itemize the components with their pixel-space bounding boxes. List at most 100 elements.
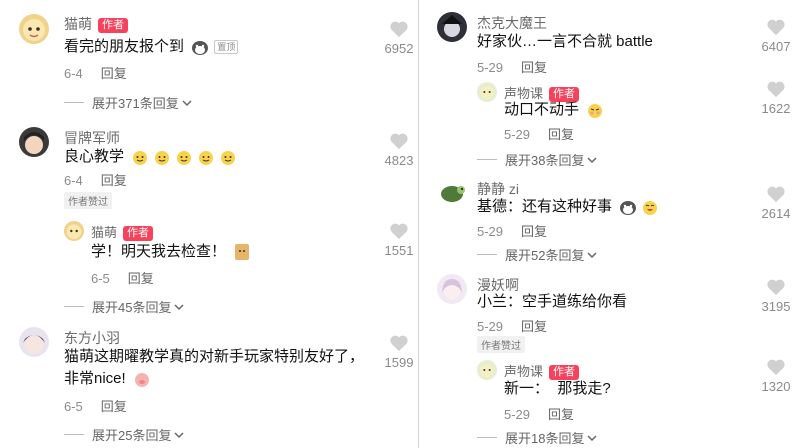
reply-date: 6-5 xyxy=(91,271,110,286)
comment-date: 6-5 xyxy=(64,399,83,414)
comment-text: 基德：还有这种好事 xyxy=(477,196,660,218)
reply-button[interactable]: 回复 xyxy=(128,271,154,286)
avatar[interactable] xyxy=(437,274,467,304)
comment-meta: 6-4 回复 xyxy=(64,170,127,189)
comment-text-content: 非常nice! xyxy=(64,370,126,387)
author-badge: 作者 xyxy=(98,17,128,33)
expand-replies-button[interactable]: 展开38条回复 xyxy=(477,150,598,169)
comment-meta: 5-29 回复 xyxy=(477,316,547,335)
like-button[interactable]: 6952 xyxy=(374,20,418,56)
divider-line xyxy=(64,306,84,307)
avatar[interactable] xyxy=(477,82,497,102)
comment-text: 良心教学 xyxy=(64,146,238,168)
like-button[interactable]: 6407 xyxy=(751,18,800,54)
like-count: 1622 xyxy=(761,101,791,116)
dark-avatar-icon xyxy=(442,15,462,37)
expand-replies-button[interactable]: 展开45条回复 xyxy=(64,297,185,316)
like-button[interactable]: 4823 xyxy=(374,132,418,168)
cat-sticker-icon xyxy=(232,243,252,261)
expand-replies-button[interactable]: 展开371条回复 xyxy=(64,93,193,112)
heart-icon[interactable] xyxy=(389,132,409,150)
comment-meta: 5-29 回复 xyxy=(477,57,547,76)
reply-button[interactable]: 回复 xyxy=(521,319,547,334)
heart-icon[interactable] xyxy=(389,222,409,240)
username-text[interactable]: 猫萌 xyxy=(64,16,92,32)
expand-replies-label[interactable]: 展开45条回复 xyxy=(92,297,171,316)
chevron-down-icon[interactable] xyxy=(586,155,598,165)
reply-button[interactable]: 回复 xyxy=(101,399,127,414)
expand-replies-button[interactable]: 展开18条回复 xyxy=(477,428,598,447)
avatar[interactable] xyxy=(64,221,84,241)
mascot-avatar-icon xyxy=(480,364,494,378)
heart-icon[interactable] xyxy=(766,80,786,98)
reply-username[interactable]: 猫萌 作者 xyxy=(91,222,154,242)
reply-text-content: 学！明天我去检查！ xyxy=(91,243,227,260)
like-count: 2614 xyxy=(761,206,791,221)
avatar[interactable] xyxy=(19,327,49,357)
comment-date: 6-4 xyxy=(64,66,83,81)
reply-button[interactable]: 回复 xyxy=(548,127,574,142)
heart-icon[interactable] xyxy=(766,278,786,296)
avatar[interactable] xyxy=(437,178,467,208)
reply-date: 5-29 xyxy=(504,407,531,422)
comment-username[interactable]: 冒牌军师 xyxy=(64,128,120,148)
avatar[interactable] xyxy=(477,360,497,380)
reply-button[interactable]: 回复 xyxy=(521,60,547,75)
like-button[interactable]: 1622 xyxy=(751,80,800,116)
expand-replies-button[interactable]: 展开25条回复 xyxy=(64,425,185,444)
comment-username[interactable]: 猫萌 作者 xyxy=(64,14,128,34)
expand-replies-label[interactable]: 展开18条回复 xyxy=(505,428,584,447)
expand-replies-label[interactable]: 展开371条回复 xyxy=(92,93,179,112)
avatar[interactable] xyxy=(437,12,467,42)
divider-line xyxy=(64,434,84,435)
comment-meta: 5-29 回复 xyxy=(477,221,547,240)
smile-emoji-icon xyxy=(174,148,194,166)
comment-text-line2: 非常nice! xyxy=(64,368,152,390)
like-button[interactable]: 2614 xyxy=(751,185,800,221)
chevron-down-icon[interactable] xyxy=(181,98,193,108)
comment-username[interactable]: 东方小羽 xyxy=(64,328,120,348)
expand-replies-label[interactable]: 展开52条回复 xyxy=(505,245,584,264)
expand-replies-label[interactable]: 展开25条回复 xyxy=(92,425,171,444)
expand-replies-label[interactable]: 展开38条回复 xyxy=(505,150,584,169)
like-button[interactable]: 3195 xyxy=(751,278,800,314)
reply-button[interactable]: 回复 xyxy=(101,173,127,188)
reply-button[interactable]: 回复 xyxy=(101,66,127,81)
chevron-down-icon[interactable] xyxy=(586,250,598,260)
chevron-down-icon[interactable] xyxy=(173,430,185,440)
like-button[interactable]: 1551 xyxy=(374,222,418,258)
comment-text: 看完的朋友报个到 置顶 xyxy=(64,36,239,58)
heart-icon[interactable] xyxy=(389,20,409,38)
anime-avatar-icon xyxy=(23,335,45,354)
reply-meta: 6-5 回复 xyxy=(91,268,154,287)
heart-icon[interactable] xyxy=(389,334,409,352)
shy-emoji-icon xyxy=(585,101,605,119)
reply-button[interactable]: 回复 xyxy=(521,224,547,239)
reply-button[interactable]: 回复 xyxy=(548,407,574,422)
like-button[interactable]: 1599 xyxy=(374,334,418,370)
like-count: 1320 xyxy=(761,379,791,394)
heart-icon[interactable] xyxy=(766,185,786,203)
cat-avatar-icon xyxy=(23,19,45,41)
username-text[interactable]: 声物课 xyxy=(504,364,543,379)
laugh-emoji-icon xyxy=(640,198,660,216)
smile-emoji-icon xyxy=(152,148,172,166)
comment-text-content: 看完的朋友报个到 xyxy=(64,38,185,55)
heart-icon[interactable] xyxy=(766,358,786,376)
comment-text-content: 基德：还有这种好事 xyxy=(477,198,613,215)
heart-icon[interactable] xyxy=(766,18,786,36)
boy-avatar-icon xyxy=(24,132,44,154)
divider-line xyxy=(64,102,84,103)
divider-line xyxy=(477,437,497,438)
comment-username[interactable]: 杰克大魔王 xyxy=(477,13,547,33)
reply-date: 5-29 xyxy=(504,127,531,142)
comment-meta: 6-4 回复 xyxy=(64,63,127,82)
like-button[interactable]: 1320 xyxy=(751,358,800,394)
avatar[interactable] xyxy=(19,14,49,44)
chevron-down-icon[interactable] xyxy=(586,433,598,443)
username-text[interactable]: 猫萌 xyxy=(91,225,117,240)
like-count: 6952 xyxy=(384,41,414,56)
chevron-down-icon[interactable] xyxy=(173,302,185,312)
expand-replies-button[interactable]: 展开52条回复 xyxy=(477,245,598,264)
avatar[interactable] xyxy=(19,127,49,157)
